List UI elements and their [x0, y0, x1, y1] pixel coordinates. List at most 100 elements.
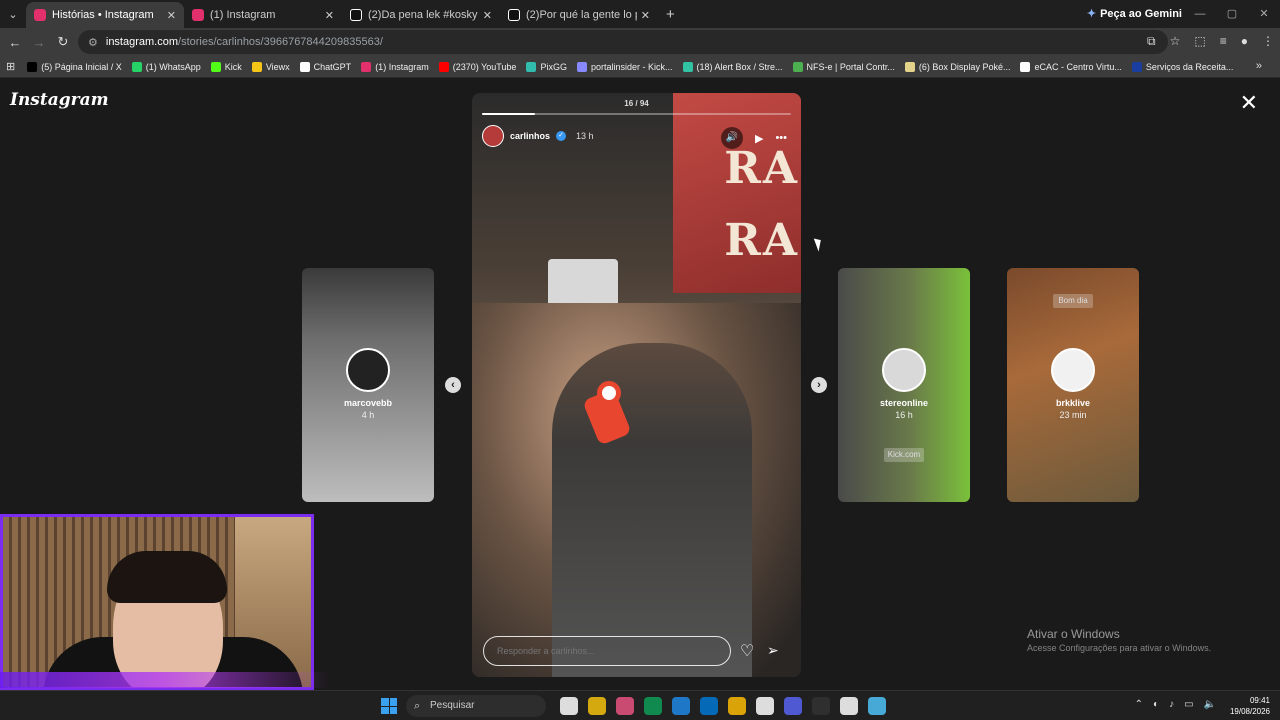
install-app-icon[interactable]: ⧉ [1147, 34, 1156, 49]
taskbar-app-icon[interactable] [700, 697, 718, 715]
tab-title: (2)Por qué la gente lo pide, Par [526, 9, 637, 21]
profile-avatar-icon[interactable]: ● [1241, 34, 1248, 49]
tab-tiktok-2[interactable]: (2)Por qué la gente lo pide, Par ✕ [500, 2, 658, 28]
bookmark-item[interactable]: portalinsider - Kick... [576, 61, 673, 72]
bookmark-item[interactable]: (5) Página Inicial / X [27, 61, 122, 72]
tab-search-icon[interactable]: ⌄ [0, 0, 26, 28]
taskbar-clock[interactable]: 09:41 19/08/2026 [1230, 695, 1270, 717]
play-icon[interactable]: ▶ [755, 132, 763, 145]
close-tab-icon[interactable]: ✕ [483, 9, 492, 22]
taskbar-apps [560, 697, 886, 715]
bookmark-label: (1) Instagram [375, 61, 429, 72]
microphone-logo-image [597, 381, 621, 405]
extensions-icon[interactable]: ⬚ [1194, 34, 1205, 49]
bookmark-favicon-icon [1020, 61, 1031, 72]
like-heart-icon[interactable]: ♡ [740, 641, 754, 661]
taskbar-search[interactable]: ⌕ Pesquisar [406, 695, 546, 717]
taskbar-app-icon[interactable] [588, 697, 606, 715]
taskbar-search-label: Pesquisar [430, 700, 475, 711]
tab-tiktok-1[interactable]: (2)Da pena lek #kosky #fontin ✕ [342, 2, 500, 28]
bookmark-item[interactable]: NFS-e | Portal Contr... [792, 61, 895, 72]
gemini-button[interactable]: ✦ Peça ao Gemini [1087, 7, 1182, 21]
monitor-icon[interactable]: ▭ [1184, 699, 1193, 710]
bookmark-item[interactable]: (18) Alert Box / Stre... [682, 61, 783, 72]
address-toolbar: ← → ↻ ⚙ instagram.com /stories/carlinhos… [0, 28, 1280, 56]
close-window-icon[interactable]: ✕ [1248, 0, 1280, 28]
side-story-stereonline[interactable]: stereonline 16 h Kick.com [838, 268, 970, 502]
taskbar-app-icon[interactable] [644, 697, 662, 715]
bookmark-label: Kick [224, 61, 242, 72]
bookmark-item[interactable]: eCAC - Centro Virtu... [1020, 61, 1122, 72]
close-tab-icon[interactable]: ✕ [167, 9, 176, 22]
side-story-marcovebb[interactable]: marcovebb 4 h [302, 268, 434, 502]
bookmark-item[interactable]: (1) WhatsApp [131, 61, 201, 72]
instagram-logo[interactable]: Instagram [10, 90, 109, 110]
minimize-icon[interactable]: — [1184, 0, 1216, 28]
tab-instagram[interactable]: (1) Instagram ✕ [184, 2, 342, 28]
maximize-icon[interactable]: ▢ [1216, 0, 1248, 28]
bookmark-item[interactable]: (1) Instagram [361, 61, 429, 72]
story-username[interactable]: carlinhos [510, 131, 550, 141]
volume-icon[interactable]: 🔊 [720, 127, 743, 149]
more-options-icon[interactable]: ••• [775, 132, 787, 144]
taskbar-app-icon[interactable] [868, 697, 886, 715]
taskbar-app-icon[interactable] [560, 697, 578, 715]
taskbar-app-icon[interactable] [616, 697, 634, 715]
window-controls: — ▢ ✕ [1184, 0, 1280, 28]
reload-icon[interactable]: ↻ [51, 34, 75, 50]
bookmark-item[interactable]: (6) Box Display Poké... [904, 61, 1011, 72]
bookmark-label: (18) Alert Box / Stre... [696, 61, 783, 72]
site-info-icon[interactable]: ⚙ [88, 36, 98, 49]
microphone-icon[interactable]: ♪ [1169, 699, 1174, 710]
bookmark-label: ChatGPT [313, 61, 352, 72]
apps-grid-icon[interactable]: ⊞ [6, 60, 15, 73]
bookmark-item[interactable]: Kick [210, 61, 242, 72]
taskbar-app-icon[interactable] [756, 697, 774, 715]
tab-historias[interactable]: Histórias • Instagram ✕ [26, 2, 184, 28]
back-icon[interactable]: ← [3, 35, 27, 50]
url-bar[interactable]: ⚙ instagram.com /stories/carlinhos/39667… [78, 30, 1168, 54]
bookmark-star-icon[interactable]: ☆ [1170, 34, 1181, 49]
side-story-tag: Kick.com [884, 448, 924, 462]
bookmark-favicon-icon [299, 61, 310, 72]
forward-icon[interactable]: → [27, 35, 51, 50]
avatar [346, 348, 390, 392]
avatar[interactable] [482, 125, 504, 147]
taskbar-app-icon[interactable] [784, 697, 802, 715]
verified-badge-icon: ✓ [556, 131, 567, 141]
webcam-overlay [0, 514, 314, 690]
bookmark-label: PixGG [540, 61, 567, 72]
new-tab-button[interactable]: + [658, 6, 683, 23]
main-story[interactable]: RARA 16 / 94 carlinhos ✓ 13 h 🔊 ▶ ••• ♡ … [472, 93, 801, 677]
media-icon[interactable]: ≡ [1220, 34, 1227, 49]
taskbar-app-icon[interactable] [672, 697, 690, 715]
more-bookmarks-icon[interactable]: » [1256, 60, 1262, 72]
search-icon: ⌕ [414, 700, 421, 712]
bookmarks-bar: ⊞ (5) Página Inicial / X (1) WhatsApp Kick… [0, 56, 1280, 78]
bookmark-item[interactable]: Serviços da Receita... [1131, 61, 1233, 72]
close-stories-icon[interactable]: ✕ [1240, 92, 1258, 114]
reply-input[interactable] [483, 636, 731, 666]
network-icon[interactable]: ◐ [1153, 699, 1159, 710]
side-story-brkklive[interactable]: Bom dia brkklive 23 min [1007, 268, 1139, 502]
side-story-username: brkklive [1055, 398, 1091, 408]
close-tab-icon[interactable]: ✕ [641, 9, 650, 22]
bookmark-item[interactable]: (2370) YouTube [438, 61, 516, 72]
bookmark-label: (6) Box Display Poké... [918, 61, 1011, 72]
tray-chevron-icon[interactable]: ⌃ [1135, 699, 1143, 710]
menu-icon[interactable]: ⋮ [1262, 34, 1274, 49]
bookmark-item[interactable]: Viewx [251, 61, 290, 72]
bookmark-item[interactable]: PixGG [526, 61, 567, 72]
close-tab-icon[interactable]: ✕ [325, 9, 334, 22]
previous-story-icon[interactable]: ‹ [445, 377, 461, 393]
next-story-icon[interactable]: › [811, 377, 827, 393]
bookmark-item[interactable]: ChatGPT [299, 61, 352, 72]
taskbar-app-icon[interactable] [840, 697, 858, 715]
volume-tray-icon[interactable]: 🔈 [1204, 699, 1216, 710]
bookmark-favicon-icon [1131, 61, 1142, 72]
windows-start-icon[interactable] [381, 698, 397, 714]
taskbar-app-icon[interactable] [728, 697, 746, 715]
tiktok-favicon-icon [350, 9, 362, 21]
taskbar-app-icon[interactable] [812, 697, 830, 715]
send-icon[interactable]: ➢ [767, 642, 779, 659]
